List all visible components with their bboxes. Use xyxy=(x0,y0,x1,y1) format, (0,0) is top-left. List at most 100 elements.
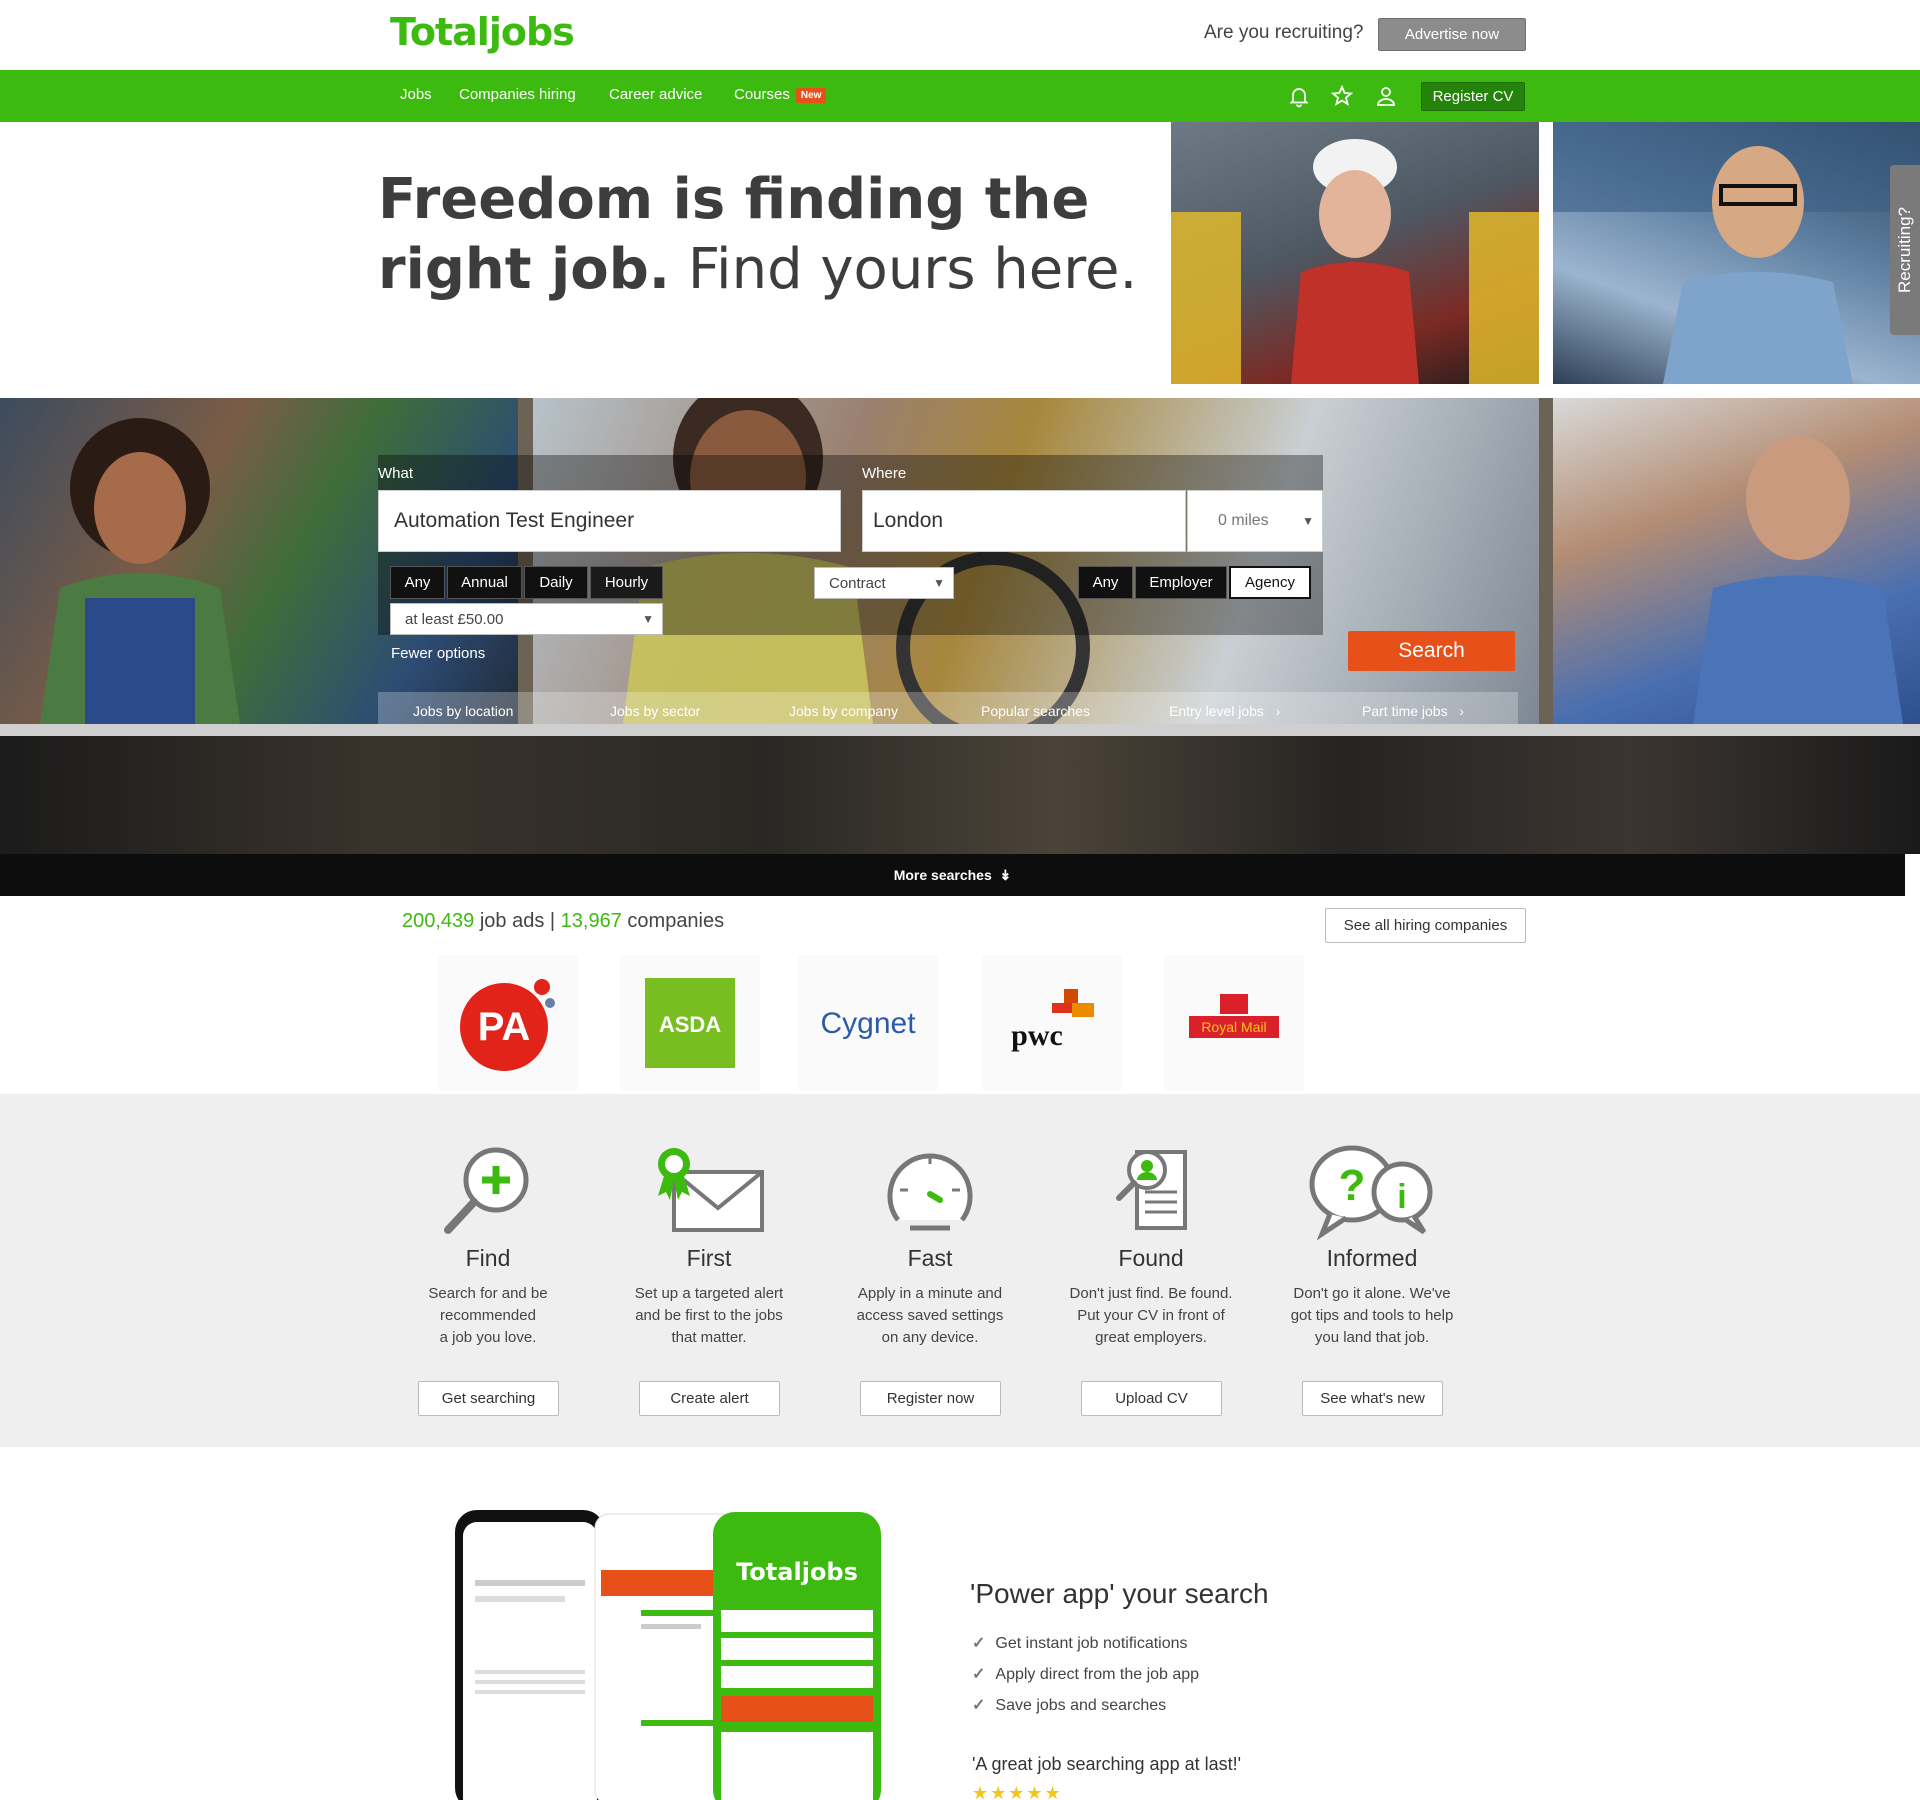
tech-worker-photo xyxy=(1553,122,1920,384)
salary-period-hourly[interactable]: Hourly xyxy=(590,566,663,599)
nav-courses[interactable]: Courses New xyxy=(734,86,827,103)
bell-icon[interactable] xyxy=(1287,84,1311,108)
companies-count: 13,967 xyxy=(560,910,622,932)
what-input[interactable]: Automation Test Engineer xyxy=(378,490,841,552)
feature-first-title: First xyxy=(686,1245,732,1271)
tab-part-time-jobs[interactable]: Part time jobs › xyxy=(1362,703,1464,719)
magnifier-plus-icon xyxy=(444,1147,529,1234)
feature-find-icon-wrap xyxy=(388,1142,588,1242)
register-cv-button[interactable]: Register CV xyxy=(1421,82,1525,111)
salary-period-any[interactable]: Any xyxy=(390,566,445,599)
company-logo-pa[interactable]: PA xyxy=(438,955,578,1090)
more-searches-label: More searches xyxy=(893,867,992,883)
see-all-hiring-companies-button[interactable]: See all hiring companies xyxy=(1325,908,1526,943)
hero-headline-light: Find yours here. xyxy=(687,237,1138,302)
app-bullet: ✓ Apply direct from the job app xyxy=(972,1666,1200,1683)
feature-find-title: Find xyxy=(465,1245,511,1271)
job-type-select[interactable]: Contract ▼ xyxy=(814,567,954,599)
posted-by-employer[interactable]: Employer xyxy=(1135,566,1227,599)
svg-text:i: i xyxy=(1397,1178,1406,1216)
company-name-royal-mail: Royal Mail xyxy=(1201,1019,1266,1035)
company-logo-pwc[interactable]: pwc xyxy=(982,955,1122,1090)
chevron-right-icon: › xyxy=(1275,703,1281,719)
feature-found-text: Don't just find. Be found. Put your CV in… xyxy=(1069,1285,1233,1346)
fewer-options-link[interactable]: Fewer options xyxy=(391,645,485,662)
tab-entry-level-jobs[interactable]: Entry level jobs › xyxy=(1169,703,1280,719)
feature-first-icon-wrap xyxy=(609,1142,809,1242)
feature-fast-text: Apply in a minute and access saved settin… xyxy=(856,1285,1004,1346)
tab-jobs-by-location[interactable]: Jobs by location xyxy=(413,703,513,719)
divider xyxy=(0,724,1920,736)
hero-headline-bold-1: Freedom is finding the xyxy=(378,167,1090,232)
chevron-down-icon: ▼ xyxy=(1302,514,1314,528)
company-logo-asda[interactable]: ASDA xyxy=(620,955,760,1090)
upload-cv-button[interactable]: Upload CV xyxy=(1081,1381,1222,1416)
hero-headline-bold-2: right job. xyxy=(378,237,671,302)
tab-jobs-by-sector[interactable]: Jobs by sector xyxy=(610,703,700,719)
app-promo-title: 'Power app' your search xyxy=(970,1578,1269,1609)
salary-period-daily[interactable]: Daily xyxy=(524,566,588,599)
company-name-pwc: pwc xyxy=(1011,1019,1063,1052)
job-type-value: Contract xyxy=(829,574,886,592)
app-bullet: ✓ Get instant job notifications xyxy=(972,1635,1188,1652)
job-ads-label: job ads | xyxy=(479,910,556,932)
double-chevron-down-icon: ↡ xyxy=(999,866,1012,883)
see-whats-new-button[interactable]: See what's new xyxy=(1302,1381,1443,1416)
more-searches-button[interactable]: More searches ↡ xyxy=(0,854,1905,896)
recruiting-side-tab[interactable]: Recruiting? xyxy=(1890,165,1920,335)
recruiting-question: Are you recruiting? xyxy=(1204,22,1364,43)
svg-text:Totaljobs: Totaljobs xyxy=(736,1558,858,1586)
chat-bubbles-icon: ? i xyxy=(1309,1145,1433,1241)
get-searching-button[interactable]: Get searching xyxy=(418,1381,559,1416)
chevron-down-icon: ▼ xyxy=(933,576,945,590)
company-logo-cygnet[interactable]: Cygnet xyxy=(798,955,938,1090)
tab-popular-searches[interactable]: Popular searches xyxy=(981,703,1090,719)
people-photo-strip xyxy=(0,736,1920,854)
check-icon: ✓ xyxy=(972,1635,986,1652)
site-stats: 200,439 job ads | 13,967 companies xyxy=(402,910,724,933)
user-icon[interactable] xyxy=(1374,84,1398,108)
hero-headline: Freedom is finding the right job. Find y… xyxy=(378,165,1137,305)
app-phones-image: Totaljobs xyxy=(455,1510,881,1800)
feature-fast-title: Fast xyxy=(907,1245,953,1271)
companies-label: companies xyxy=(627,910,725,932)
advertise-now-button[interactable]: Advertise now xyxy=(1378,18,1526,51)
what-label: What xyxy=(378,465,414,482)
nav-companies-hiring[interactable]: Companies hiring xyxy=(459,86,576,103)
engineer-photo xyxy=(1171,122,1539,384)
app-bullet: ✓ Save jobs and searches xyxy=(972,1697,1167,1714)
rating-stars: ★★★★★ xyxy=(972,1783,1063,1800)
company-name-cygnet: Cygnet xyxy=(820,1007,916,1040)
feature-informed-icon-wrap: ? i xyxy=(1272,1142,1472,1242)
app-review-quote: 'A great job searching app at last!' xyxy=(972,1754,1242,1774)
register-now-button[interactable]: Register now xyxy=(860,1381,1001,1416)
top-header: Totaljobs Are you recruiting? Advertise … xyxy=(0,0,1920,70)
star-icon[interactable] xyxy=(1330,84,1354,108)
nav-courses-label: Courses xyxy=(734,86,790,103)
nav-jobs[interactable]: Jobs xyxy=(400,86,432,103)
where-label: Where xyxy=(862,465,907,482)
tab-part-time-label: Part time jobs xyxy=(1362,703,1448,719)
check-icon: ✓ xyxy=(972,1666,986,1683)
feature-informed-text: Don't go it alone. We've got tips and too… xyxy=(1290,1285,1454,1346)
feature-fast-icon-wrap xyxy=(830,1142,1030,1242)
tab-jobs-by-company[interactable]: Jobs by company xyxy=(789,703,898,719)
salary-period-annual[interactable]: Annual xyxy=(447,566,522,599)
where-input[interactable]: London xyxy=(862,490,1186,552)
feature-informed-title: Informed xyxy=(1326,1245,1418,1271)
salary-min-select[interactable]: at least £50.00 ▼ xyxy=(390,603,663,635)
totaljobs-logo[interactable]: Totaljobs xyxy=(390,10,575,54)
job-ads-count: 200,439 xyxy=(402,910,475,932)
tab-entry-level-label: Entry level jobs xyxy=(1169,703,1264,719)
feature-found-title: Found xyxy=(1118,1245,1184,1271)
company-name-pa: PA xyxy=(478,1005,531,1049)
svg-text:?: ? xyxy=(1339,1161,1366,1210)
nav-career-advice[interactable]: Career advice xyxy=(609,86,702,103)
radius-select[interactable]: 0 miles ▼ xyxy=(1187,490,1323,552)
posted-by-any[interactable]: Any xyxy=(1078,566,1133,599)
search-button[interactable]: Search xyxy=(1348,631,1515,671)
company-logo-royal-mail[interactable]: Royal Mail xyxy=(1164,955,1304,1090)
posted-by-agency[interactable]: Agency xyxy=(1229,566,1311,599)
create-alert-button[interactable]: Create alert xyxy=(639,1381,780,1416)
chevron-right-icon: › xyxy=(1459,703,1464,719)
